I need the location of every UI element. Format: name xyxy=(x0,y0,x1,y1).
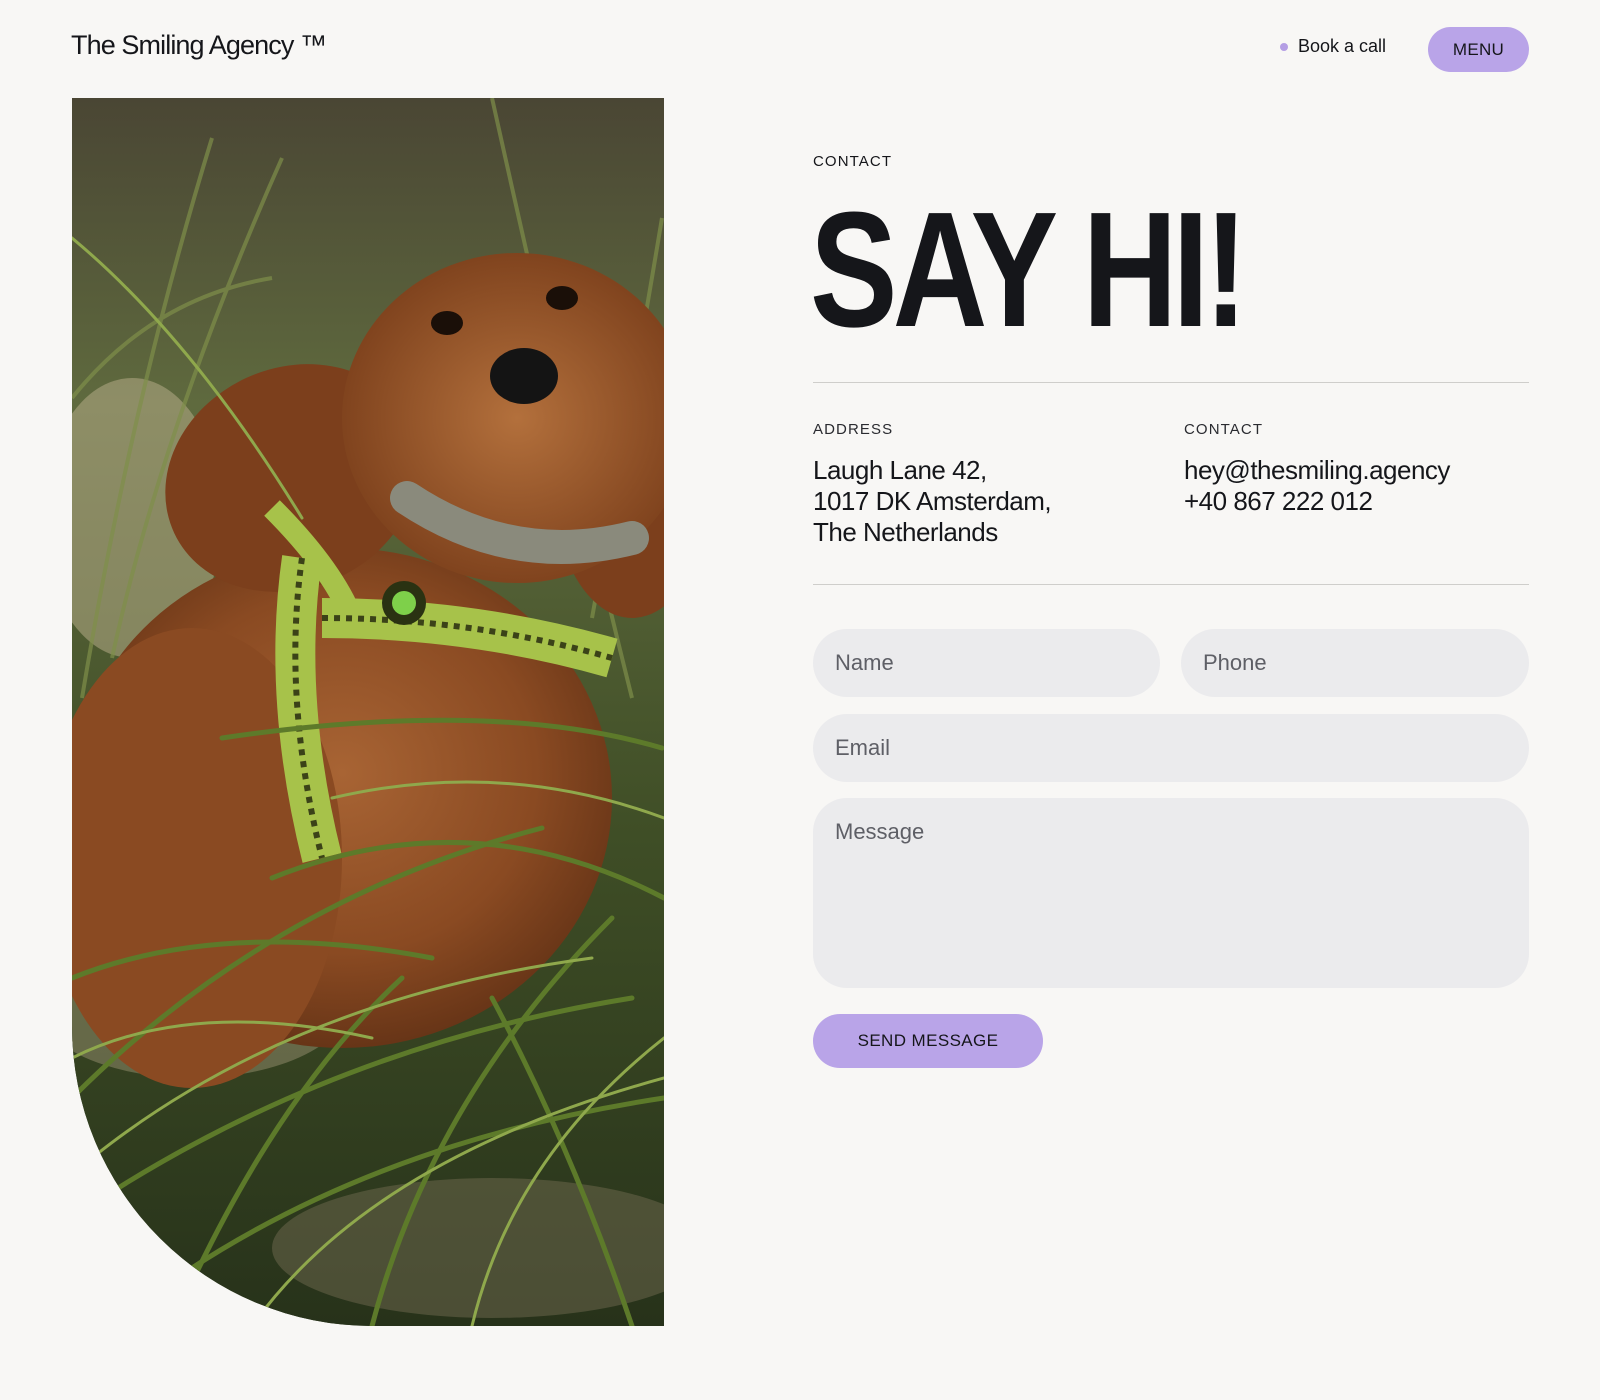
email-input[interactable] xyxy=(813,714,1529,782)
message-textarea[interactable] xyxy=(813,798,1529,988)
address-line: Laugh Lane 42, xyxy=(813,455,987,485)
hero-photo xyxy=(72,98,664,1326)
send-message-button[interactable]: SEND MESSAGE xyxy=(813,1014,1043,1068)
contact-block: hey@thesmiling.agency +40 867 222 012 xyxy=(1184,455,1450,517)
address-line: 1017 DK Amsterdam, xyxy=(813,486,1052,516)
address-line: The Netherlands xyxy=(813,517,998,547)
dot-icon xyxy=(1280,42,1288,51)
menu-button[interactable]: MENU xyxy=(1428,27,1529,72)
divider xyxy=(813,584,1529,585)
dog-in-grass-image xyxy=(72,98,664,1326)
section-eyebrow: CONTACT xyxy=(813,153,893,170)
email-link[interactable]: hey@thesmiling.agency xyxy=(1184,455,1450,486)
contact-label: CONTACT xyxy=(1184,421,1264,438)
book-call-link[interactable]: Book a call xyxy=(1280,36,1386,57)
phone-input[interactable] xyxy=(1181,629,1529,697)
address-block: Laugh Lane 42, 1017 DK Amsterdam, The Ne… xyxy=(813,455,1052,548)
page-title: SAY HI! xyxy=(810,178,1248,361)
name-input[interactable] xyxy=(813,629,1160,697)
book-call-label: Book a call xyxy=(1298,36,1387,56)
address-label: ADDRESS xyxy=(813,421,894,438)
phone-link[interactable]: +40 867 222 012 xyxy=(1184,486,1450,517)
brand-logo[interactable]: The Smiling Agency ™ xyxy=(71,30,327,61)
divider xyxy=(813,382,1529,383)
